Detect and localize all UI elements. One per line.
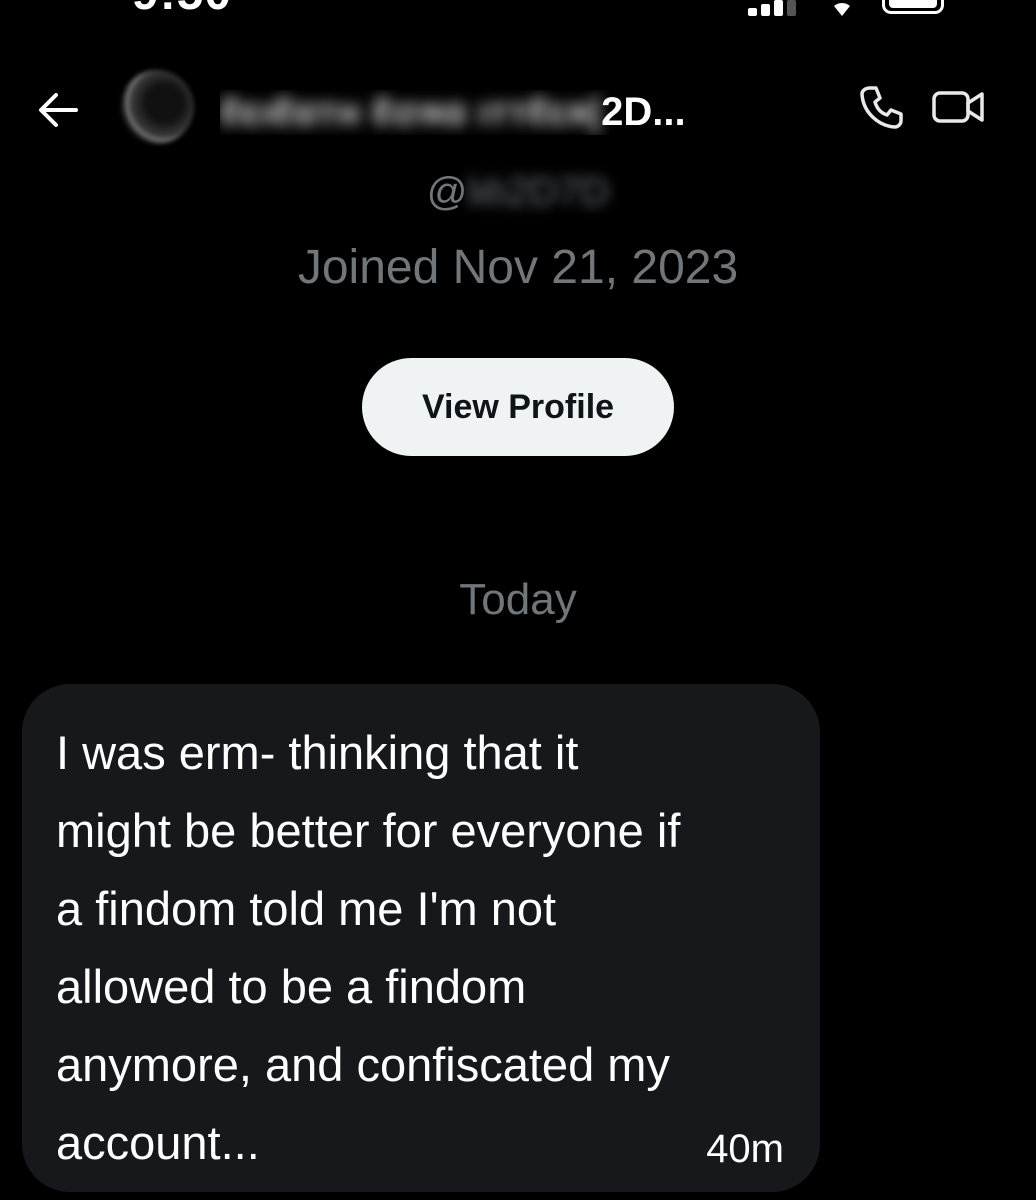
contact-name-visible: 2D... [601,90,686,134]
profile-handle: @l​ι​ℓ​ι​2​D​7​D [0,170,1036,215]
handle-redacted: l​ι​ℓ​ι​2​D​7​D [467,170,610,214]
back-button[interactable] [30,82,86,138]
signal-icon [748,0,800,18]
wifi-icon [834,2,850,16]
arrow-left-icon [39,93,78,127]
status-bar: 9:50 [0,0,1036,20]
handle-prefix: @ [426,170,468,214]
joined-date: Joined Nov 21, 2023 [297,241,739,294]
conversation-header: ℓєιℓαтн ℓσяα ιттℓεя|2D... [0,60,1036,160]
contact-name[interactable]: ℓєιℓαтн ℓσяα ιттℓεя|2D... [220,90,800,135]
view-profile-button[interactable]: View Profile [362,358,674,456]
message-text: I was erm- thinking that it might be bet… [56,726,681,1169]
phone-icon [860,86,903,129]
status-time: 9:50 [132,0,232,21]
message-bubble[interactable]: I was erm- thinking that it might be bet… [22,684,820,1192]
battery-icon [882,0,944,14]
contact-name-redacted: ℓєιℓαтн ℓσяα ιттℓεя| [220,90,602,134]
avatar[interactable] [120,70,194,144]
video-button[interactable] [930,82,988,132]
call-button[interactable] [856,82,906,132]
message-timestamp: 40m [706,1127,784,1171]
date-separator: Today [459,575,577,624]
video-camera-icon [932,91,984,123]
